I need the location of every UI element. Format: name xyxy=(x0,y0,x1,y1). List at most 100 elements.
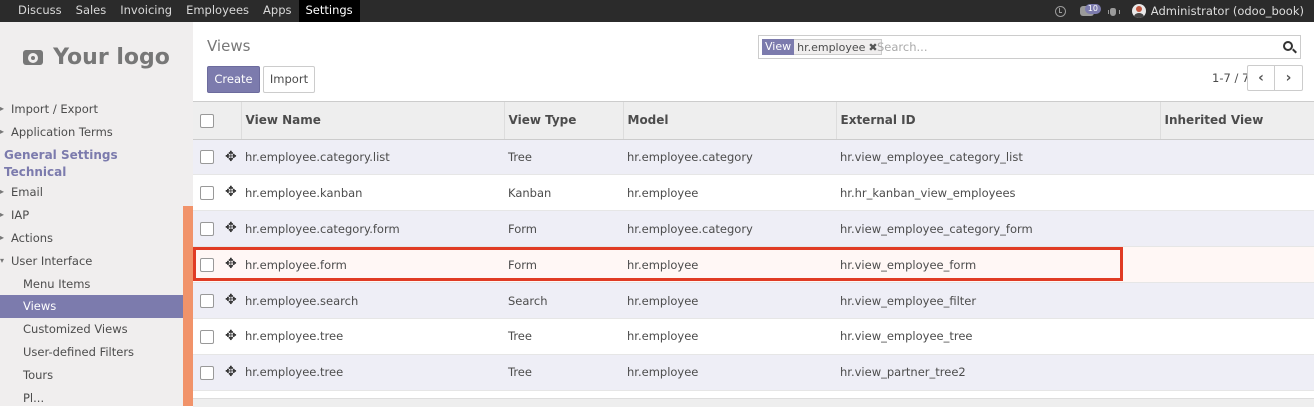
external-id-cell[interactable]: hr.view_employee_tree xyxy=(836,318,1160,355)
drag-handle-icon[interactable]: ✥ xyxy=(225,184,237,200)
view-name-cell[interactable]: ✥ hr.employee.tree xyxy=(225,318,504,355)
external-id-cell[interactable]: hr.view_employee_category_form xyxy=(836,210,1160,248)
view-type-cell[interactable]: Form xyxy=(504,246,623,284)
view-type-cell[interactable]: Tree xyxy=(504,354,623,391)
sidebar-item-menu-items[interactable]: Menu Items xyxy=(0,273,183,296)
sidebar-item-views[interactable]: Views xyxy=(0,295,183,319)
view-name-cell[interactable]: ✥ hr.employee.kanban xyxy=(225,174,504,212)
app-invoicing[interactable]: Invoicing xyxy=(113,0,179,22)
column-model[interactable]: Model xyxy=(623,102,837,140)
drag-handle-icon[interactable]: ✥ xyxy=(225,220,237,236)
inherited-view-cell[interactable] xyxy=(1160,354,1314,391)
column-inherited-view[interactable]: Inherited View xyxy=(1160,102,1314,140)
search-box[interactable]: View hr.employee ✖ xyxy=(758,35,1301,59)
import-button[interactable]: Import xyxy=(263,66,315,93)
activity-clock-icon[interactable] xyxy=(1054,5,1066,17)
row-checkbox[interactable] xyxy=(200,329,214,344)
view-type-cell[interactable]: Search xyxy=(504,282,623,319)
sidebar-item-general-settings[interactable]: General Settings xyxy=(0,147,183,164)
table-row[interactable]: ✥ hr.employee.tree Tree hr.employee hr.view_… xyxy=(193,318,1314,355)
sidebar-item-application-terms[interactable]: ▸ Application Terms xyxy=(0,121,183,144)
view-type-cell[interactable]: Kanban xyxy=(504,174,623,212)
sidebar-item-label: Technical xyxy=(4,165,67,180)
sidebar-item-email[interactable]: ▸ Email xyxy=(0,181,183,204)
external-id-cell[interactable]: hr.view_employee_category_list xyxy=(836,139,1160,176)
sidebar-scrollbar[interactable] xyxy=(183,206,193,406)
view-name-cell[interactable]: ✥ hr.employee.tree xyxy=(225,354,504,391)
pager-value[interactable]: 1-7 / 7 xyxy=(1212,71,1249,85)
external-id-cell[interactable]: hr.view_partner_tree2 xyxy=(836,354,1160,391)
column-external-id[interactable]: External ID xyxy=(836,102,1161,140)
app-discuss[interactable]: Discuss xyxy=(11,0,69,22)
drag-handle-icon[interactable]: ✥ xyxy=(225,256,237,272)
debug-bug-icon[interactable] xyxy=(1107,6,1120,17)
inherited-view-cell[interactable] xyxy=(1160,246,1314,284)
app-sales[interactable]: Sales xyxy=(69,0,114,22)
sidebar-item-user-defined-filters[interactable]: User-defined Filters xyxy=(0,341,183,364)
select-all-checkbox[interactable] xyxy=(200,113,214,128)
table-row[interactable]: ✥ hr.employee.tree Tree hr.employee hr.view_… xyxy=(193,354,1314,391)
view-name-cell[interactable]: ✥ hr.employee.category.list xyxy=(225,139,504,176)
view-name-text: hr.employee.kanban xyxy=(245,185,363,200)
view-type-cell[interactable]: Form xyxy=(504,210,623,248)
caret-right-icon: ▸ xyxy=(0,187,5,197)
sidebar-item-technical[interactable]: Technical xyxy=(0,164,183,181)
sidebar-item-iap[interactable]: ▸ IAP xyxy=(0,204,183,227)
row-checkbox[interactable] xyxy=(200,365,214,380)
create-button[interactable]: Create xyxy=(207,66,260,93)
user-avatar[interactable] xyxy=(1131,4,1146,18)
pager-previous-button[interactable]: ‹ xyxy=(1247,65,1275,91)
sidebar-item-pl[interactable]: Pl... xyxy=(0,387,183,406)
view-name-cell[interactable]: ✥ hr.employee.category.form xyxy=(225,210,504,248)
table-row[interactable]: ✥ hr.employee.kanban Kanban hr.employee hr.h… xyxy=(193,174,1314,212)
drag-handle-icon[interactable]: ✥ xyxy=(225,328,237,344)
drag-handle-icon[interactable]: ✥ xyxy=(225,292,237,308)
search-icon[interactable] xyxy=(1283,41,1293,51)
row-checkbox[interactable] xyxy=(200,293,214,308)
sidebar-item-import-export[interactable]: ▸ Import / Export xyxy=(0,98,183,121)
model-cell[interactable]: hr.employee xyxy=(623,246,836,284)
app-settings[interactable]: Settings xyxy=(298,0,360,22)
row-checkbox[interactable] xyxy=(200,257,214,272)
model-cell[interactable]: hr.employee xyxy=(623,282,836,319)
inherited-view-cell[interactable] xyxy=(1160,210,1314,248)
table-row[interactable]: ✥ hr.employee.search Search hr.employee hr.v… xyxy=(193,282,1314,319)
column-view-name[interactable]: View Name xyxy=(241,102,505,140)
row-checkbox[interactable] xyxy=(200,150,214,165)
view-name-cell[interactable]: ✥ hr.employee.search xyxy=(225,282,504,319)
view-type-cell[interactable]: Tree xyxy=(504,318,623,355)
model-cell[interactable]: hr.employee xyxy=(623,318,836,355)
inherited-view-cell[interactable] xyxy=(1160,282,1314,319)
app-apps[interactable]: Apps xyxy=(256,0,298,22)
model-cell[interactable]: hr.employee xyxy=(623,174,836,212)
search-input[interactable] xyxy=(877,39,1257,55)
search-facet[interactable]: View hr.employee ✖ xyxy=(762,39,882,55)
chat-icon[interactable]: 10 xyxy=(1079,4,1101,16)
inherited-view-cell[interactable] xyxy=(1160,318,1314,355)
column-view-type[interactable]: View Type xyxy=(504,102,624,140)
view-type-cell[interactable]: Tree xyxy=(504,139,623,176)
model-cell[interactable]: hr.employee.category xyxy=(623,210,836,248)
inherited-view-cell[interactable] xyxy=(1160,174,1314,212)
external-id-cell[interactable]: hr.view_employee_filter xyxy=(836,282,1160,319)
sidebar-item-user-interface[interactable]: ▾ User Interface xyxy=(0,250,183,273)
pager-next-button[interactable]: › xyxy=(1275,65,1303,91)
drag-handle-icon[interactable]: ✥ xyxy=(225,364,237,380)
model-cell[interactable]: hr.employee.category xyxy=(623,139,836,176)
user-menu[interactable]: Administrator (odoo_book) xyxy=(1151,4,1304,18)
sidebar-item-tours[interactable]: Tours xyxy=(0,364,183,387)
app-employees[interactable]: Employees xyxy=(179,0,256,22)
model-cell[interactable]: hr.employee xyxy=(623,354,836,391)
table-row[interactable]: ✥ hr.employee.category.form Form hr.employe… xyxy=(193,210,1314,248)
external-id-cell[interactable]: hr.hr_kanban_view_employees xyxy=(836,174,1160,212)
sidebar-item-customized-views[interactable]: Customized Views xyxy=(0,318,183,341)
view-name-cell[interactable]: ✥ hr.employee.form xyxy=(225,246,504,284)
table-row[interactable]: ✥ hr.employee.category.list Tree hr.employe… xyxy=(193,139,1314,176)
table-row[interactable]: ✥ hr.employee.form Form hr.employee hr.view_… xyxy=(193,246,1314,284)
sidebar-item-actions[interactable]: ▸ Actions xyxy=(0,227,183,250)
inherited-view-cell[interactable] xyxy=(1160,139,1314,176)
external-id-cell[interactable]: hr.view_employee_form xyxy=(836,246,1160,284)
row-checkbox[interactable] xyxy=(200,221,214,236)
drag-handle-icon[interactable]: ✥ xyxy=(225,149,237,165)
row-checkbox[interactable] xyxy=(200,186,214,201)
